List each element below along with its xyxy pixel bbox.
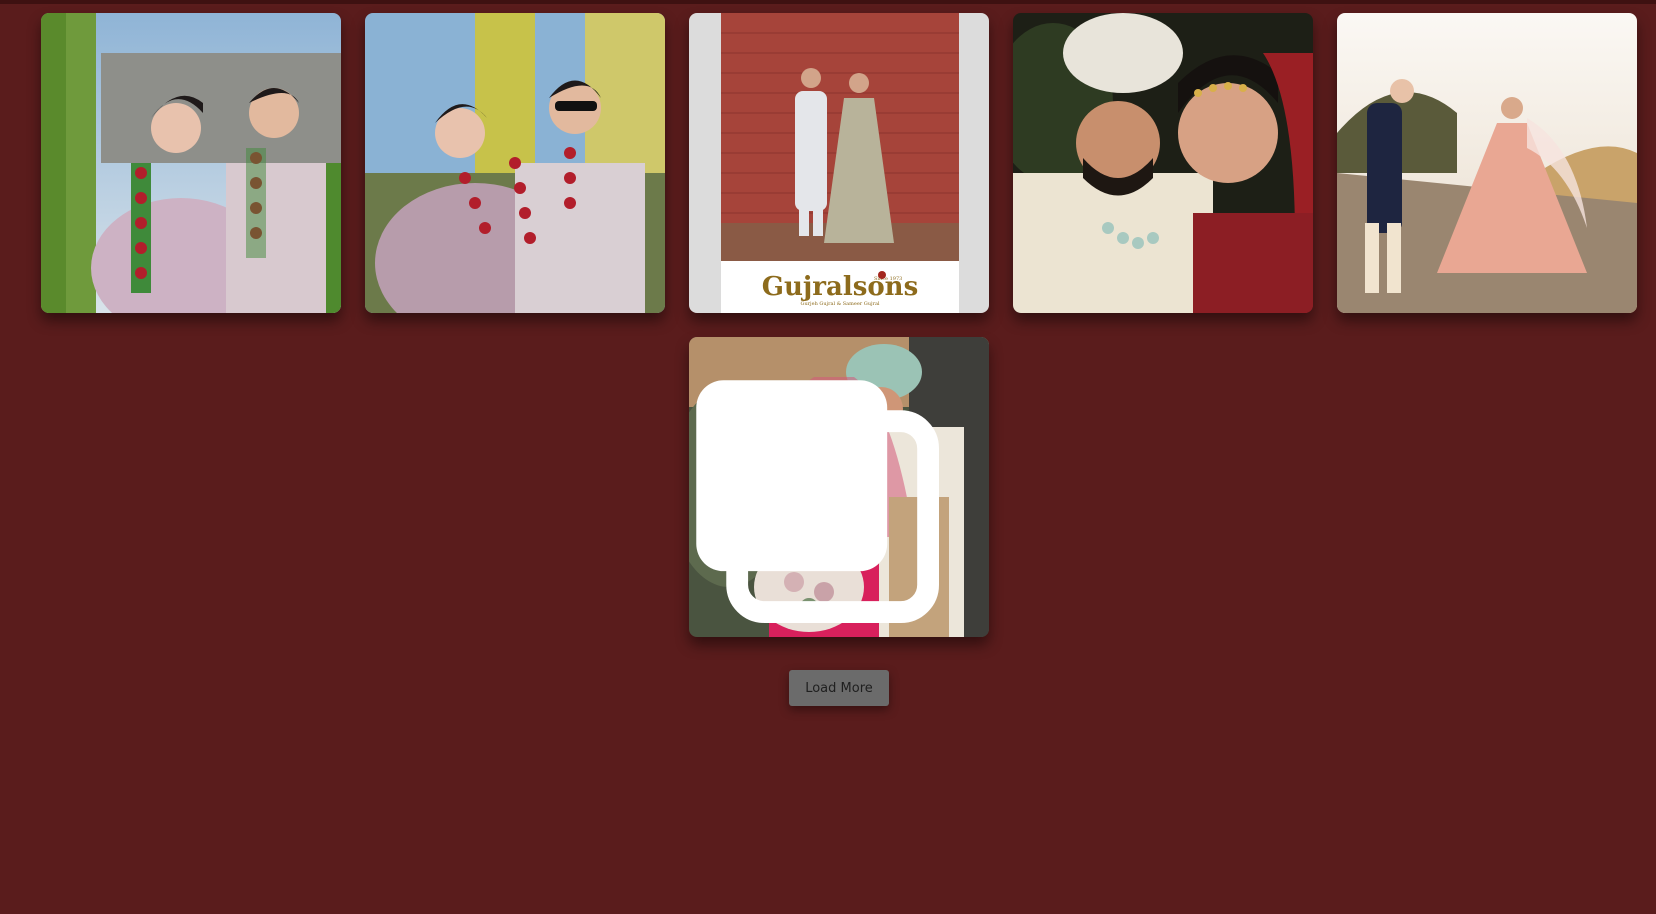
post-image: Gujralsons Since 1973 Gurjeh Gujral & Sa… (689, 13, 989, 313)
gallery-post-6[interactable] (689, 337, 989, 637)
post-image (1013, 13, 1313, 313)
instagram-gallery: Gujralsons Since 1973 Gurjeh Gujral & Sa… (0, 0, 1656, 914)
gallery-post-4[interactable] (1013, 13, 1313, 313)
gallery-post-2[interactable] (365, 13, 665, 313)
gallery-post-1[interactable] (41, 13, 341, 313)
post-image (41, 13, 341, 313)
brand-since-text: Since 1973 (874, 276, 902, 282)
brand-subline-text: Gurjeh Gujral & Sameer Gujral (800, 301, 879, 307)
post-image (365, 13, 665, 313)
carousel-icon (696, 380, 939, 623)
post-image (1337, 13, 1637, 313)
load-more-button[interactable]: Load More (789, 670, 889, 706)
gallery-post-5[interactable] (1337, 13, 1637, 313)
gallery-post-3[interactable]: Gujralsons Since 1973 Gurjeh Gujral & Sa… (689, 13, 989, 313)
top-edge-bar (0, 0, 1656, 4)
